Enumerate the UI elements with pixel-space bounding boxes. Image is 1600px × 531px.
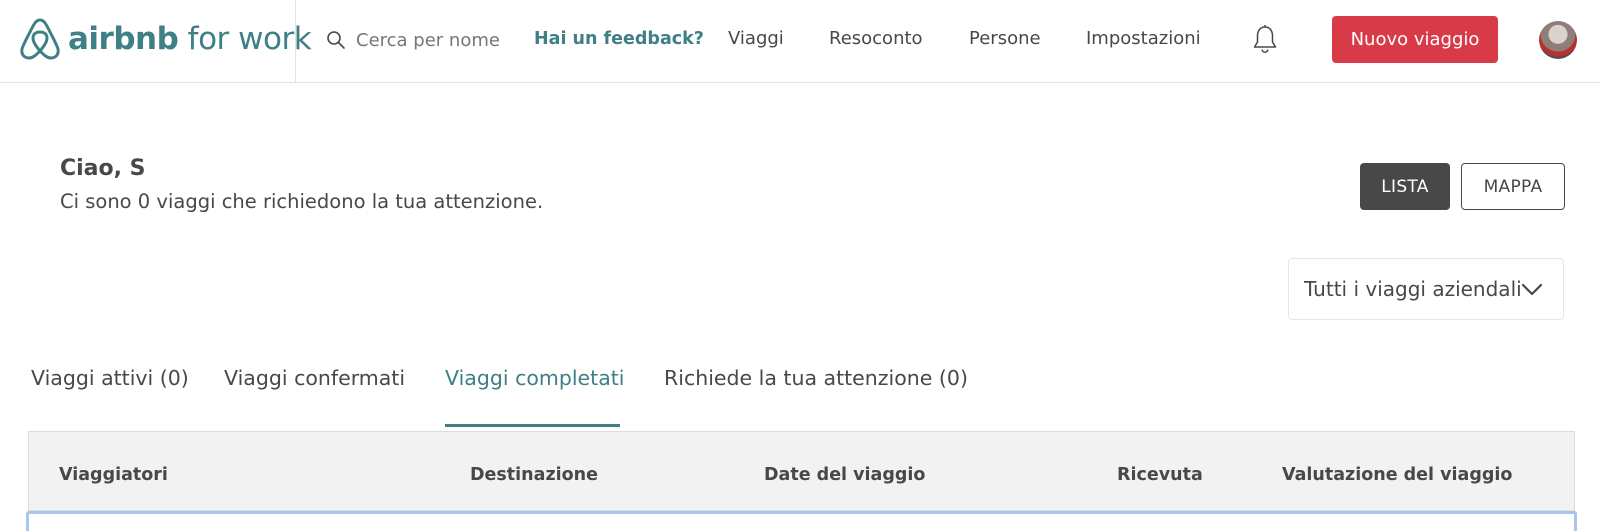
top-navigation-bar: airbnb for work Hai un feedback? Viaggi … [0, 0, 1600, 83]
chevron-down-icon [1521, 283, 1543, 296]
airbnb-for-work-logo[interactable]: airbnb for work [18, 16, 312, 62]
list-view-button[interactable]: LISTA [1360, 163, 1450, 210]
new-trip-button[interactable]: Nuovo viaggio [1332, 16, 1498, 63]
tab-viaggi-attivi[interactable]: Viaggi attivi (0) [31, 366, 189, 390]
tab-richiede-attenzione[interactable]: Richiede la tua attenzione (0) [664, 366, 968, 390]
map-view-button[interactable]: MAPPA [1461, 163, 1565, 210]
tab-viaggi-completati[interactable]: Viaggi completati [445, 366, 625, 390]
nav-resoconto[interactable]: Resoconto [829, 28, 923, 50]
column-header-date[interactable]: Date del viaggio [764, 465, 925, 485]
search-box[interactable] [326, 26, 504, 54]
trips-table-header: Viaggiatori Destinazione Date del viaggi… [28, 431, 1575, 511]
search-icon [327, 31, 345, 49]
greeting-heading: Ciao, S [60, 156, 146, 181]
logo-wordmark: airbnb for work [68, 20, 312, 57]
search-input[interactable] [356, 29, 504, 51]
tab-viaggi-confermati[interactable]: Viaggi confermati [224, 366, 405, 390]
active-tab-indicator [445, 424, 620, 427]
attention-message: Ci sono 0 viaggi che richiedono la tua a… [60, 190, 544, 213]
trip-filter-value: Tutti i viaggi aziendali [1304, 277, 1522, 301]
column-header-viaggiatori[interactable]: Viaggiatori [59, 465, 168, 485]
nav-viaggi[interactable]: Viaggi [728, 28, 784, 50]
column-header-ricevuta[interactable]: Ricevuta [1117, 465, 1203, 485]
header-divider [295, 0, 296, 82]
bell-icon[interactable] [1251, 24, 1279, 54]
column-header-valutazione[interactable]: Valutazione del viaggio [1282, 465, 1512, 485]
nav-impostazioni[interactable]: Impostazioni [1086, 28, 1201, 50]
nav-persone[interactable]: Persone [969, 28, 1041, 50]
airbnb-belo-icon [20, 18, 60, 60]
table-row[interactable] [26, 511, 1577, 531]
feedback-link[interactable]: Hai un feedback? [534, 28, 704, 50]
column-header-destinazione[interactable]: Destinazione [470, 465, 598, 485]
trip-filter-dropdown[interactable]: Tutti i viaggi aziendali [1288, 258, 1564, 320]
user-avatar[interactable] [1539, 21, 1577, 59]
